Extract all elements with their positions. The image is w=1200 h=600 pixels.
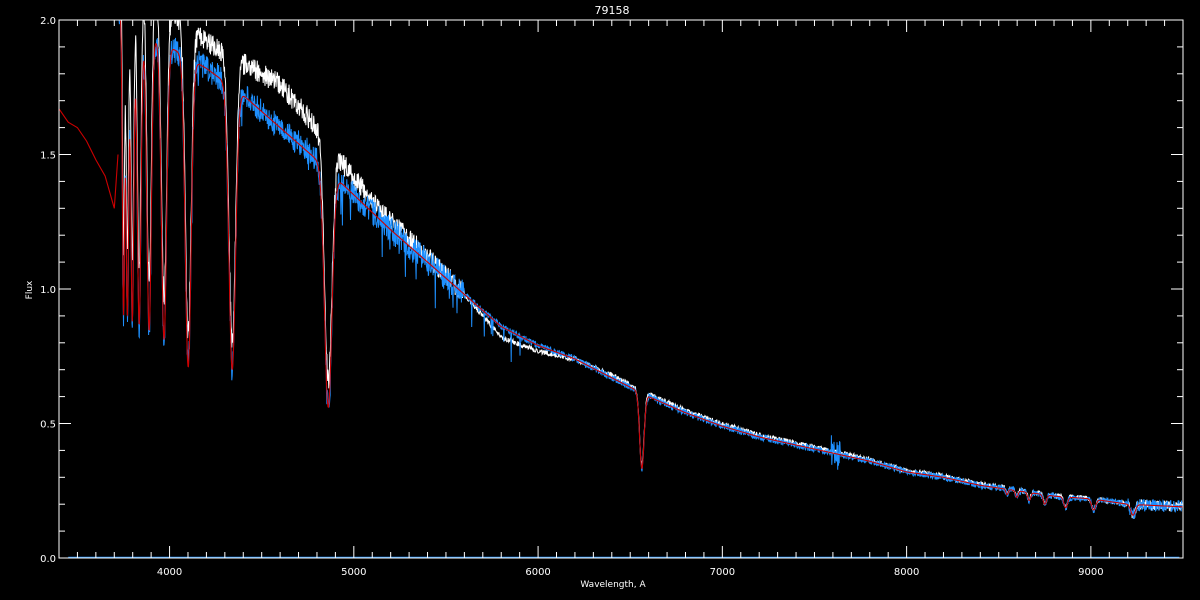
y-tick-label: 2.0 — [40, 16, 56, 27]
x-tick-label: 8000 — [894, 567, 919, 578]
chart-title: 79158 — [595, 4, 630, 17]
y-tick-label: 1.0 — [40, 285, 56, 296]
x-tick-label: 6000 — [525, 567, 550, 578]
x-tick-label: 4000 — [157, 567, 182, 578]
y-tick-label: 0.0 — [40, 554, 56, 565]
y-tick-label: 0.5 — [40, 420, 56, 431]
y-axis-label: Flux — [25, 280, 35, 299]
x-tick-label: 7000 — [710, 567, 735, 578]
x-tick-label: 5000 — [341, 567, 366, 578]
y-tick-label: 1.5 — [40, 151, 56, 162]
spectrum-chart: 79158 4000 5000 6000 7000 8000 9000 0.0 0.5 1.0 1… — [0, 0, 1200, 600]
x-tick-label: 9000 — [1078, 567, 1103, 578]
chart-background — [0, 0, 1200, 600]
x-axis-label: Wavelength, A — [580, 580, 646, 590]
